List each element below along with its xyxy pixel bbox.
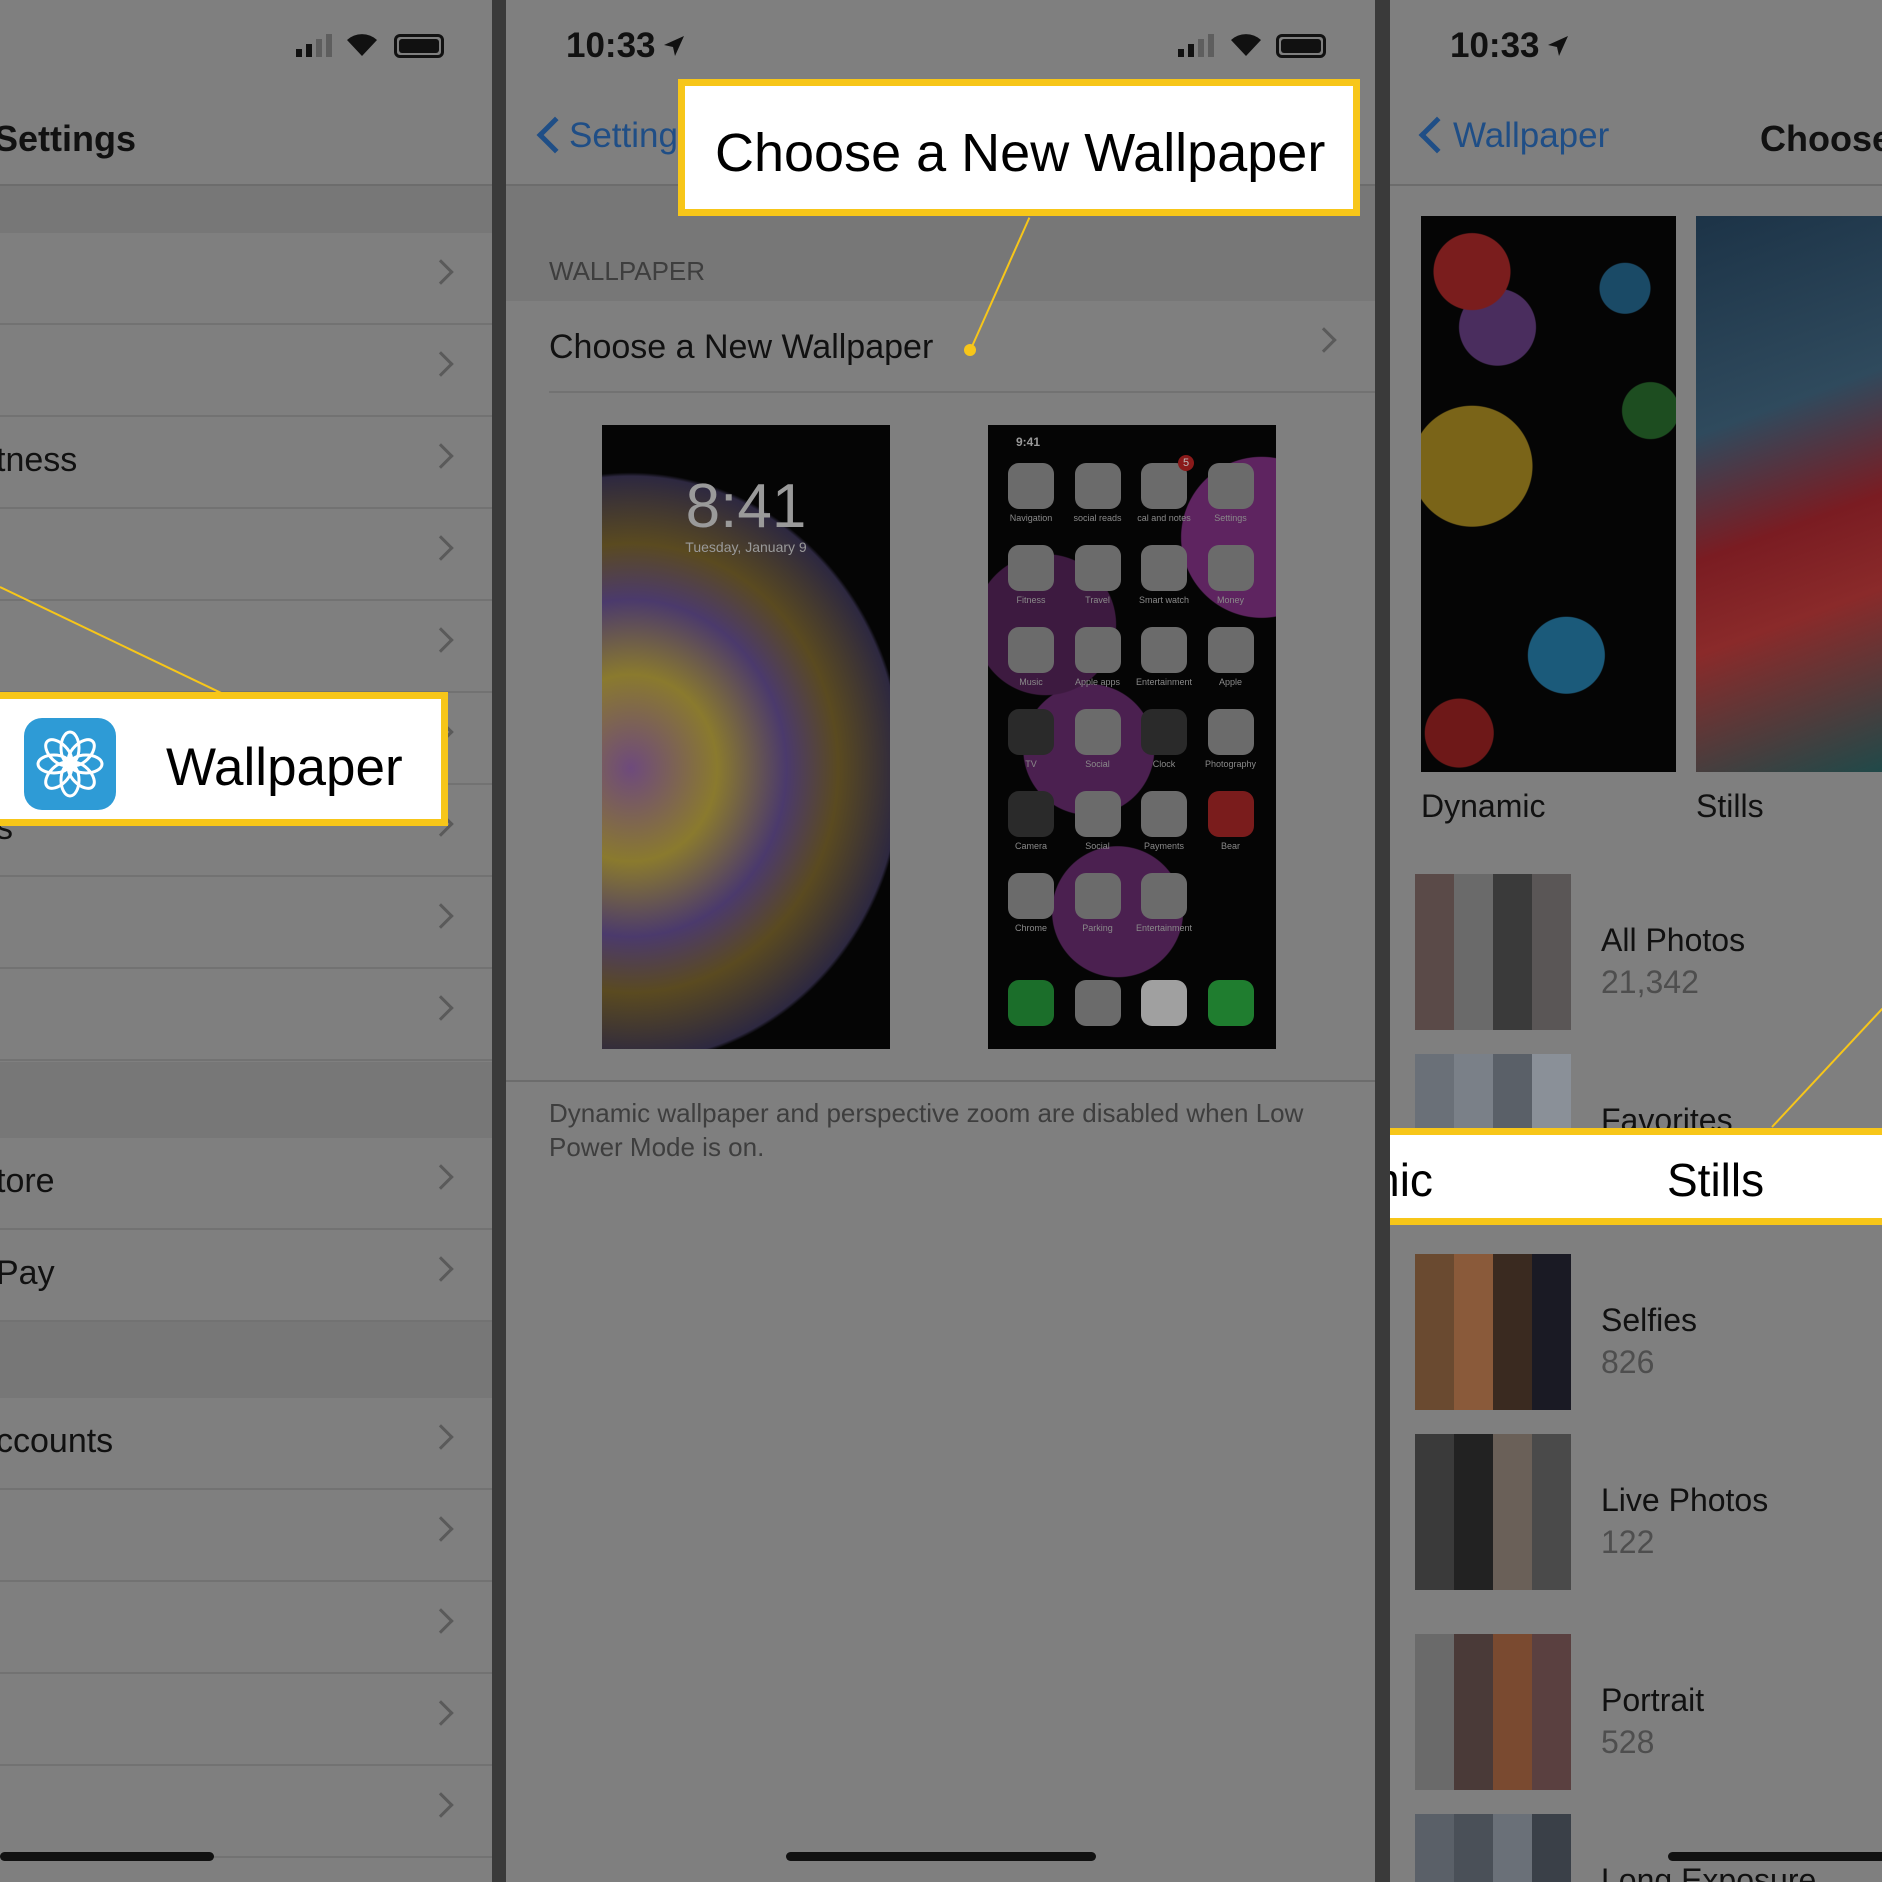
settings-row[interactable] bbox=[0, 969, 492, 1061]
app-icon[interactable] bbox=[1074, 545, 1121, 591]
chevron-right-icon bbox=[428, 1516, 454, 1542]
settings-panel: Settings tness s tore Pay ccounts Wallpaper bbox=[0, 0, 492, 1882]
app-icon[interactable] bbox=[1141, 627, 1187, 673]
cellular-signal-icon bbox=[1178, 34, 1214, 57]
album-title[interactable]: Selfies bbox=[1601, 1302, 1697, 1339]
settings-row[interactable]: tore bbox=[0, 1138, 492, 1230]
app-icon[interactable] bbox=[1074, 791, 1121, 837]
album-title[interactable]: Live Photos bbox=[1601, 1482, 1768, 1519]
app-icon[interactable] bbox=[1074, 873, 1121, 919]
settings-row[interactable] bbox=[0, 1674, 492, 1766]
app-icon[interactable] bbox=[1141, 791, 1187, 837]
settings-row[interactable] bbox=[0, 509, 492, 601]
app-icon[interactable] bbox=[1074, 709, 1121, 755]
album-thumbnail[interactable] bbox=[1415, 1254, 1571, 1410]
chevron-right-icon bbox=[428, 1424, 454, 1450]
chevron-right-icon bbox=[428, 1792, 454, 1818]
footer-note: Dynamic wallpaper and perspective zoom a… bbox=[549, 1098, 1304, 1162]
app-icon[interactable] bbox=[1207, 709, 1254, 755]
wifi-icon bbox=[1231, 34, 1261, 56]
settings-row[interactable] bbox=[0, 1582, 492, 1674]
stills-thumbnail[interactable] bbox=[1696, 216, 1882, 772]
chevron-right-icon bbox=[428, 1700, 454, 1726]
battery-icon bbox=[394, 34, 444, 58]
page-title: Choose bbox=[1760, 118, 1882, 159]
chevron-right-icon bbox=[428, 627, 454, 653]
app-icon[interactable] bbox=[1008, 873, 1054, 919]
status-time: 10:33 bbox=[1450, 26, 1540, 65]
app-icon[interactable] bbox=[1207, 791, 1254, 837]
chevron-right-icon bbox=[428, 1608, 454, 1634]
chevron-right-icon bbox=[428, 259, 454, 285]
app-icon[interactable] bbox=[1141, 463, 1187, 509]
choose-wallpaper-row[interactable]: Choose a New Wallpaper bbox=[549, 301, 1375, 393]
album-thumbnail[interactable] bbox=[1415, 1634, 1571, 1790]
lock-screen-preview[interactable]: 8:41 Tuesday, January 9 bbox=[602, 425, 890, 1049]
settings-row[interactable] bbox=[0, 325, 492, 417]
wallpaper-panel: 10:33 Setting WALLPAPER Choose a New Wal… bbox=[506, 0, 1375, 1882]
album-thumbnail[interactable] bbox=[1415, 874, 1571, 1030]
chevron-right-icon bbox=[428, 903, 454, 929]
settings-row[interactable] bbox=[0, 877, 492, 969]
chevron-right-icon bbox=[428, 995, 454, 1021]
back-button[interactable]: Wallpaper bbox=[1453, 116, 1609, 156]
chevron-right-icon bbox=[428, 443, 454, 469]
home-screen-preview[interactable]: 9:41 Navigation social reads cal and notes… bbox=[988, 425, 1276, 1049]
album-count: 528 bbox=[1601, 1724, 1655, 1760]
choose-wallpaper-callout[interactable]: Choose a New Wallpaper bbox=[678, 79, 1360, 216]
page-title: Settings bbox=[0, 118, 137, 159]
app-icon[interactable] bbox=[1207, 463, 1254, 509]
app-icon[interactable] bbox=[1008, 709, 1054, 755]
dynamic-stills-callout[interactable]: Dynamic Stills bbox=[1390, 1128, 1882, 1225]
back-button[interactable]: Setting bbox=[569, 116, 678, 156]
chevron-right-icon bbox=[428, 535, 454, 561]
category-dynamic[interactable]: Dynamic bbox=[1421, 788, 1545, 825]
album-title[interactable]: Portrait bbox=[1601, 1682, 1704, 1719]
settings-row[interactable] bbox=[0, 233, 492, 325]
battery-icon bbox=[1276, 34, 1326, 58]
chevron-right-icon bbox=[428, 351, 454, 377]
chevron-right-icon bbox=[428, 1256, 454, 1282]
choose-panel: 10:33 Wallpaper Choose Dynamic Stills Al… bbox=[1390, 0, 1882, 1882]
location-arrow-icon bbox=[664, 36, 684, 56]
app-icon[interactable] bbox=[1074, 627, 1121, 673]
dynamic-thumbnail[interactable] bbox=[1421, 216, 1676, 772]
chevron-right-icon bbox=[428, 1164, 454, 1190]
wallpaper-label: Wallpaper bbox=[166, 738, 403, 797]
app-icon[interactable] bbox=[1141, 545, 1187, 591]
album-count: 826 bbox=[1601, 1344, 1655, 1380]
location-arrow-icon bbox=[1548, 36, 1568, 56]
app-icon[interactable] bbox=[1008, 627, 1054, 673]
back-chevron-icon[interactable] bbox=[536, 116, 574, 154]
settings-row[interactable]: Pay bbox=[0, 1230, 492, 1322]
album-title[interactable]: Long Exposure bbox=[1601, 1862, 1816, 1882]
wifi-icon bbox=[347, 34, 377, 56]
category-stills[interactable]: Stills bbox=[1696, 788, 1764, 825]
settings-row[interactable] bbox=[0, 1766, 492, 1858]
app-icon[interactable] bbox=[1207, 545, 1254, 591]
app-icon[interactable] bbox=[1008, 545, 1054, 591]
app-icon[interactable] bbox=[1141, 709, 1187, 755]
settings-row[interactable]: tness bbox=[0, 417, 492, 509]
status-time: 10:33 bbox=[566, 26, 656, 65]
app-icon[interactable] bbox=[1008, 463, 1054, 509]
settings-row[interactable]: ccounts bbox=[0, 1398, 492, 1490]
app-icon[interactable] bbox=[1207, 627, 1254, 673]
settings-row[interactable] bbox=[0, 1490, 492, 1582]
cellular-signal-icon bbox=[296, 34, 332, 57]
album-thumbnail[interactable] bbox=[1415, 1434, 1571, 1590]
flower-icon bbox=[24, 718, 116, 810]
album-count: 21,342 bbox=[1601, 964, 1699, 1000]
album-thumbnail[interactable] bbox=[1415, 1814, 1571, 1882]
album-title[interactable]: All Photos bbox=[1601, 922, 1745, 959]
section-header: WALLPAPER bbox=[549, 256, 706, 286]
app-icon[interactable] bbox=[1074, 463, 1121, 509]
settings-row[interactable] bbox=[0, 601, 492, 693]
back-chevron-icon[interactable] bbox=[1418, 116, 1456, 154]
wallpaper-callout[interactable]: Wallpaper bbox=[0, 692, 448, 826]
app-icon[interactable] bbox=[1008, 791, 1054, 837]
app-icon[interactable] bbox=[1141, 873, 1187, 919]
album-count: 122 bbox=[1601, 1524, 1655, 1560]
